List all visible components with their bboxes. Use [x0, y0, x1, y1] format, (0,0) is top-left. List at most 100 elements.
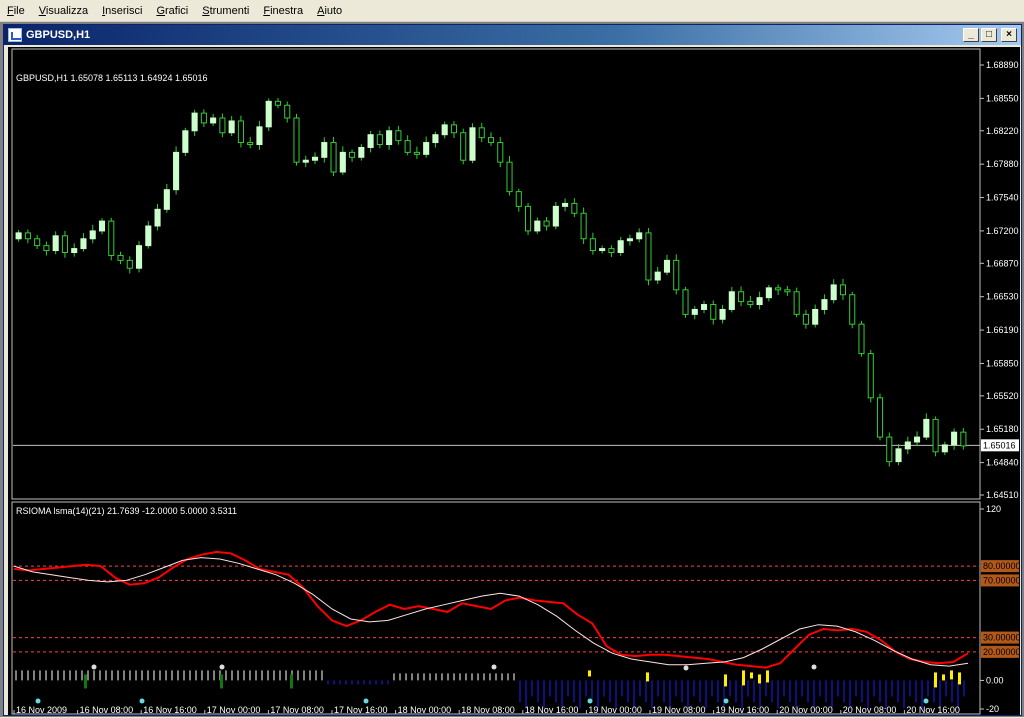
candle-bull	[923, 418, 930, 438]
menu-visualizza[interactable]: Visualizza	[32, 0, 95, 22]
menu-accelerator: F	[7, 4, 14, 17]
chart-window: GBPUSD,H1 _ □ × GBPUSD,H1 1.65078 1.6511…	[3, 24, 1022, 716]
white-dot	[91, 664, 97, 670]
menu-label: trumenti	[209, 4, 250, 17]
candle-bull	[135, 245, 143, 269]
candle-bull	[941, 444, 948, 453]
menu-file[interactable]: File	[0, 0, 32, 22]
price-tick-label: 1.64510	[986, 490, 1019, 500]
candle-bear	[460, 132, 467, 161]
candle-bull	[812, 308, 819, 325]
yellow-marker	[588, 670, 591, 677]
white-dot	[219, 664, 225, 670]
menu-label: nserisci	[105, 4, 143, 17]
current-price-line: 1.65016	[13, 439, 1019, 452]
menu-inserisci[interactable]: Inserisci	[95, 0, 149, 22]
current-price-text: 1.65016	[983, 440, 1016, 450]
candle-bull	[71, 248, 78, 254]
candle-bear	[932, 418, 939, 453]
white-dot	[491, 664, 497, 670]
time-tick-label: 16 Nov 2009	[16, 705, 67, 715]
time-axis: 16 Nov 2009 16 Nov 08:00 16 Nov 16:00 17 No…	[13, 705, 960, 715]
time-tick-label: 16 Nov 08:00	[80, 705, 134, 715]
candle-bear	[284, 104, 291, 119]
candle-bull	[552, 205, 559, 227]
candle-bull	[432, 134, 439, 144]
time-tick-label: 18 Nov 16:00	[525, 705, 579, 715]
price-tick-label: 1.66190	[986, 325, 1019, 335]
cyan-dot	[923, 698, 929, 704]
candle-bull	[895, 448, 902, 463]
cyan-dot	[723, 698, 729, 704]
green-marker	[220, 674, 223, 689]
chart-svg[interactable]: GBPUSD,H1 1.65078 1.65113 1.64924 1.6501…	[8, 47, 1021, 715]
level-label: 80.00000	[983, 561, 1020, 571]
candle-bull	[562, 202, 569, 207]
price-tick-label: 1.68550	[986, 93, 1019, 103]
yellow-marker	[766, 670, 769, 683]
candle-bear	[413, 151, 420, 155]
candle-bear	[589, 238, 596, 252]
menu-aiuto[interactable]: Aiuto	[310, 0, 349, 22]
window-titlebar[interactable]: GBPUSD,H1 _ □ ×	[4, 25, 1021, 45]
yellow-marker	[942, 674, 945, 681]
candle-bull	[265, 100, 272, 128]
menu-label: inestra	[270, 4, 304, 17]
menu-accelerator: S	[202, 4, 210, 17]
candle-bear	[478, 127, 485, 139]
candle-bull	[98, 220, 106, 232]
menu-bar: File Visualizza Inserisci Grafici Strumenti F…	[0, 0, 1024, 22]
menu-label: isualizza	[45, 4, 89, 17]
close-button[interactable]: ×	[1001, 28, 1017, 42]
candle-bull	[654, 271, 661, 281]
time-tick-label: 18 Nov 08:00	[461, 705, 515, 715]
candle-bear	[506, 161, 513, 193]
menu-accelerator: V	[38, 4, 46, 17]
cyan-dot	[587, 698, 593, 704]
yellow-marker	[958, 672, 961, 685]
candle-bull	[52, 235, 59, 252]
time-tick-label: 18 Nov 00:00	[398, 705, 452, 715]
candle-bull	[358, 146, 365, 158]
candle-bear	[34, 238, 41, 247]
yellow-marker	[646, 672, 649, 682]
yellow-marker	[742, 670, 745, 686]
menu-strumenti[interactable]: Strumenti	[195, 0, 256, 22]
candle-bull	[441, 124, 448, 136]
menu-grafici[interactable]: Grafici	[149, 0, 195, 22]
minimize-button[interactable]: _	[963, 28, 979, 42]
maximize-button[interactable]: □	[981, 28, 997, 42]
candle-bull	[386, 130, 393, 146]
indicator-info-label: RSIOMA lsma(14)(21) 21.7639 -12.0000 5.0…	[16, 506, 237, 516]
candle-bull	[821, 299, 828, 310]
menu-label: iuto	[324, 4, 343, 17]
time-tick-label: 20 Nov 16:00	[906, 705, 960, 715]
indicator-tick-label: -20	[986, 704, 999, 714]
candle-bear	[61, 235, 68, 254]
candle-bull	[154, 208, 161, 227]
candle-bull	[210, 117, 217, 124]
candle-bull	[311, 156, 319, 161]
price-tick-label: 1.67540	[986, 193, 1019, 203]
price-panel-frame	[11, 48, 981, 500]
price-axis: 1.68890 1.68550 1.68220 1.67880 1.67540 1.672…	[980, 60, 1019, 500]
time-tick-label: 17 Nov 00:00	[207, 705, 261, 715]
price-panel[interactable]: GBPUSD,H1 1.65078 1.65113 1.64924 1.6501…	[11, 48, 1019, 500]
time-tick-label: 20 Nov 00:00	[779, 705, 833, 715]
candle-bull	[830, 284, 837, 301]
candle-bull	[951, 431, 958, 446]
indicator-panel[interactable]: RSIOMA lsma(14)(21) 21.7639 -12.0000 5.0…	[11, 501, 1021, 715]
candle-bear	[219, 117, 226, 134]
candle-bear	[710, 304, 717, 320]
indicator-tick-label: 0.00	[986, 675, 1004, 685]
time-tick-label: 19 Nov 16:00	[716, 705, 770, 715]
chart-area[interactable]: GBPUSD,H1 1.65078 1.65113 1.64924 1.6501…	[8, 47, 1021, 715]
candle-bear	[580, 212, 587, 240]
rsioma-line	[13, 550, 969, 669]
time-tick-label: 19 Nov 00:00	[588, 705, 642, 715]
menu-accelerator: G	[156, 4, 165, 17]
candle-bull	[321, 142, 328, 158]
candle-bull	[80, 238, 87, 250]
menu-finestra[interactable]: Finestra	[256, 0, 310, 22]
candle-bear	[404, 140, 411, 153]
